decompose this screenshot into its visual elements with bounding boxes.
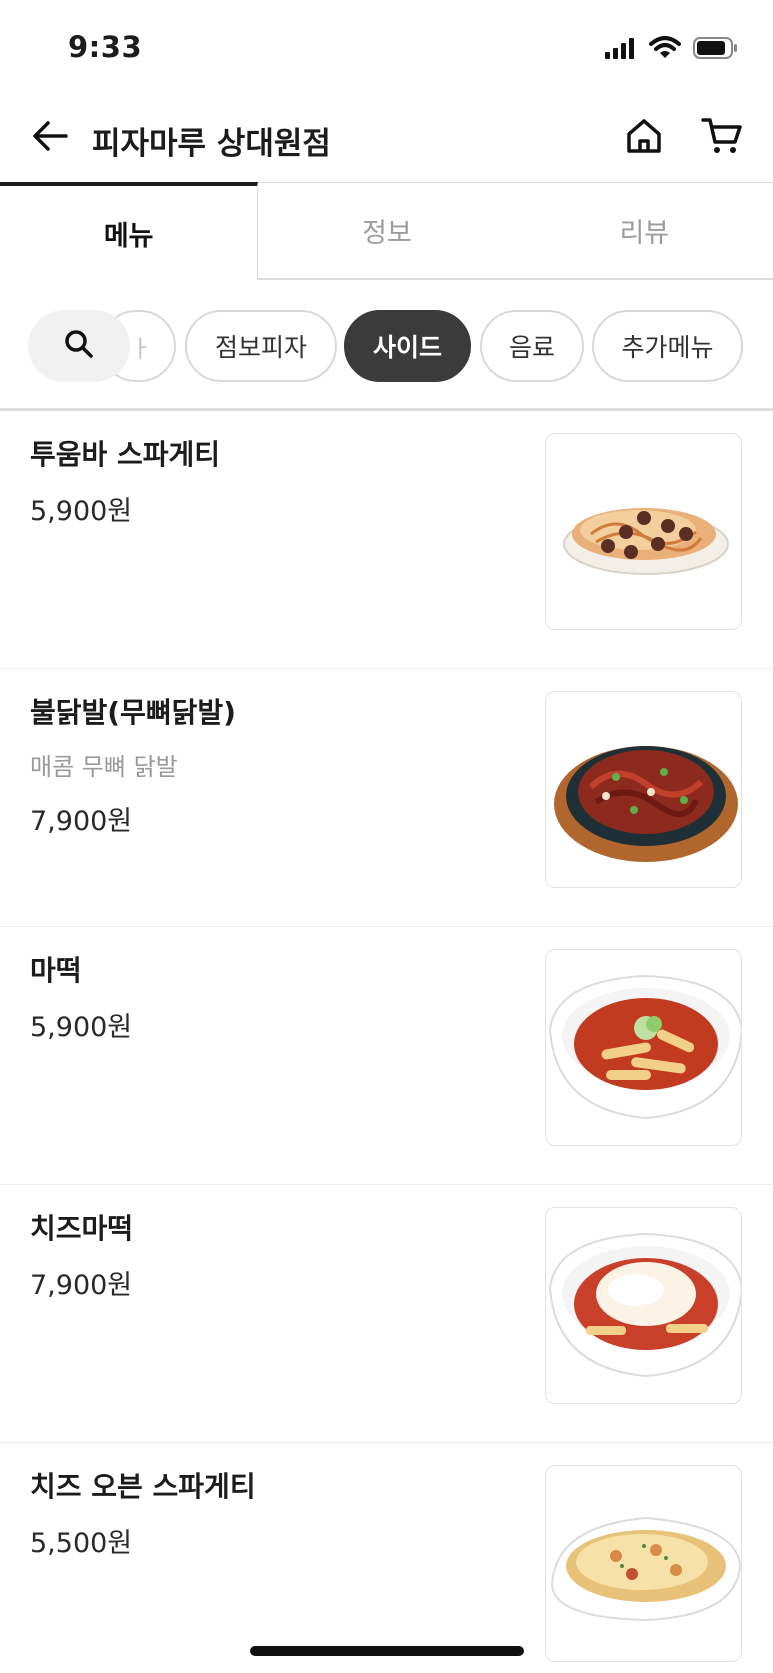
header: 피자마루 상대원점 — [0, 96, 773, 186]
menu-item[interactable]: 치즈 오븐 스파게티 5,500원 — [0, 1443, 773, 1673]
menu-item-price: 7,900원 — [30, 806, 133, 837]
home-button[interactable] — [620, 114, 668, 162]
cart-icon — [701, 116, 743, 160]
tab-bar: 메뉴 정보 리뷰 — [0, 182, 773, 280]
menu-item-image — [545, 1465, 742, 1662]
menu-search-button[interactable] — [28, 310, 130, 382]
category-chip-extras[interactable]: 추가메뉴 — [592, 310, 743, 382]
category-chip-row: ㅏ 점보피자 사이드 음료 추가메뉴 — [0, 300, 773, 390]
wifi-icon — [649, 36, 681, 64]
status-bar: 9:33 — [0, 0, 773, 96]
tab-info[interactable]: 정보 — [258, 182, 516, 278]
menu-item-image — [545, 1207, 742, 1404]
category-chip-jumbo-pizza[interactable]: 점보피자 — [185, 310, 337, 382]
status-icons — [605, 36, 739, 64]
menu-item[interactable]: 투움바 스파게티 5,900원 — [0, 411, 773, 669]
app-screen: 9:33 피자마루 상대원점 메뉴 정보 리뷰 ㅏ 점보피자 사이드 음료 추가… — [0, 0, 773, 1673]
menu-item-price: 5,900원 — [30, 496, 133, 527]
category-chip-partial-label: ㅏ — [129, 334, 152, 363]
menu-item-name: 불닭발(무뼈닭발) — [30, 696, 236, 729]
back-button[interactable] — [28, 116, 72, 160]
status-time: 9:33 — [68, 30, 143, 64]
category-chip-drinks[interactable]: 음료 — [480, 310, 584, 382]
tab-reviews[interactable]: 리뷰 — [515, 182, 773, 278]
menu-item-image — [545, 433, 742, 630]
menu-item[interactable]: 마떡 5,900원 — [0, 927, 773, 1185]
home-icon — [624, 116, 664, 160]
battery-icon — [693, 36, 739, 64]
arrow-left-icon — [32, 120, 68, 156]
menu-item-image — [545, 949, 742, 1146]
menu-item-price: 5,500원 — [30, 1528, 133, 1559]
menu-item-name: 마떡 — [30, 954, 82, 987]
category-chip-side[interactable]: 사이드 — [344, 310, 471, 382]
tab-menu[interactable]: 메뉴 — [0, 182, 259, 280]
menu-list: 투움바 스파게티 5,900원 불닭발(무뼈닭발) 매콤 무뼈 닭발 7,900… — [0, 411, 773, 1673]
menu-item-image — [545, 691, 742, 888]
cellular-signal-icon — [605, 37, 637, 63]
menu-item-price: 5,900원 — [30, 1012, 133, 1043]
menu-item-name: 치즈 오븐 스파게티 — [30, 1470, 256, 1503]
menu-item-price: 7,900원 — [30, 1270, 133, 1301]
menu-item-name: 치즈마떡 — [30, 1212, 134, 1245]
menu-item[interactable]: 불닭발(무뼈닭발) 매콤 무뼈 닭발 7,900원 — [0, 669, 773, 927]
menu-item[interactable]: 치즈마떡 7,900원 — [0, 1185, 773, 1443]
search-icon — [64, 329, 94, 363]
store-title: 피자마루 상대원점 — [92, 126, 331, 162]
cart-button[interactable] — [698, 114, 746, 162]
menu-item-description: 매콤 무뼈 닭발 — [30, 753, 178, 781]
home-indicator — [250, 1646, 524, 1656]
menu-item-name: 투움바 스파게티 — [30, 438, 221, 471]
